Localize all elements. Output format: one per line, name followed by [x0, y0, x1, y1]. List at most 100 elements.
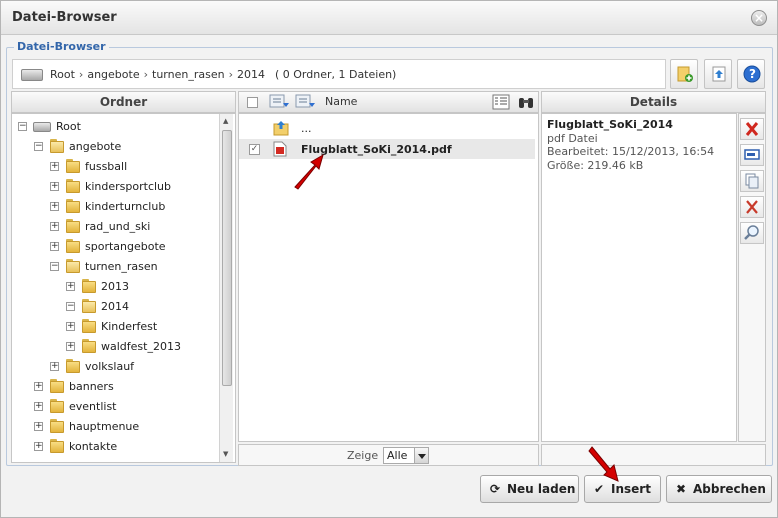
details-panel: Flugblatt_SoKi_2014 pdf Datei Bearbeitet…	[541, 113, 737, 442]
folder-icon	[66, 159, 80, 173]
collapse-icon[interactable]: −	[50, 262, 59, 271]
expand-icon[interactable]: +	[34, 422, 43, 431]
tree-item[interactable]: +2013	[12, 278, 217, 296]
path-bar: Root › angebote › turnen_rasen › 2014( 0 Ordne…	[12, 59, 666, 89]
expand-icon[interactable]: +	[50, 182, 59, 191]
delete-icon	[745, 122, 759, 136]
tree-item[interactable]: + banners	[12, 378, 217, 396]
tree-item[interactable]: + hauptmenue	[12, 418, 217, 436]
expand-icon[interactable]: +	[66, 342, 75, 351]
delete-button[interactable]	[740, 118, 764, 140]
expand-icon[interactable]: +	[50, 242, 59, 251]
tree-item[interactable]: − angebote	[12, 138, 217, 156]
help-button[interactable]: ?	[737, 59, 765, 89]
tree-item-label: rad_und_ski	[85, 220, 151, 233]
tree-item[interactable]: − Root	[12, 118, 217, 136]
tree-item-label: kinderturnclub	[85, 200, 166, 213]
details-file-type: pdf Datei	[547, 132, 598, 145]
tree-item[interactable]: + kindersportclub	[12, 178, 217, 196]
preview-button[interactable]	[740, 222, 764, 244]
details-modified: Bearbeitet: 15/12/2013, 16:54	[547, 145, 715, 158]
folder-icon	[82, 279, 96, 293]
rename-button[interactable]	[740, 144, 764, 166]
preview-icon	[744, 225, 759, 240]
select-all-checkbox[interactable]	[247, 97, 258, 108]
breadcrumb-root[interactable]: Root	[50, 68, 75, 81]
expand-icon[interactable]: +	[34, 442, 43, 451]
reload-label: Neu laden	[507, 482, 576, 496]
reload-button[interactable]: ⟳ Neu laden	[480, 475, 579, 503]
tree-item-label: Kinderfest	[101, 320, 158, 333]
tree-item[interactable]: + waldfest_2013	[12, 338, 217, 356]
tree-item[interactable]: + eventlist	[12, 398, 217, 416]
expand-icon[interactable]: +	[50, 202, 59, 211]
breadcrumb-separator: ›	[228, 68, 233, 81]
sort-date-icon[interactable]	[295, 94, 315, 110]
expand-icon[interactable]: +	[34, 382, 43, 391]
pointer-arrow-icon	[294, 153, 324, 190]
folder-icon	[50, 399, 64, 413]
cut-icon	[746, 200, 758, 214]
binoculars-icon[interactable]	[517, 94, 535, 110]
expand-icon[interactable]: +	[50, 162, 59, 171]
breadcrumb-angebote[interactable]: angebote	[87, 68, 139, 81]
collapse-icon[interactable]: −	[66, 302, 75, 311]
drive-icon	[21, 69, 43, 81]
scroll-thumb[interactable]	[222, 130, 232, 386]
breadcrumb-separator: ›	[143, 68, 148, 81]
list-item[interactable]: ✓ Flugblatt_SoKi_2014.pdf	[239, 139, 535, 159]
folder-open-icon	[66, 259, 80, 273]
collapse-icon[interactable]: −	[18, 122, 27, 131]
folder-icon	[66, 199, 80, 213]
breadcrumb-turnen-rasen[interactable]: turnen_rasen	[152, 68, 225, 81]
tree-item[interactable]: + kinderturnclub	[12, 198, 217, 216]
tree-item[interactable]: + volkslauf	[12, 358, 217, 376]
expand-icon[interactable]: +	[50, 222, 59, 231]
expand-icon[interactable]: +	[66, 282, 75, 291]
tree-item[interactable]: − turnen_rasen	[12, 258, 217, 276]
upload-button[interactable]	[704, 59, 732, 89]
breadcrumb-separator: ›	[78, 68, 84, 81]
scroll-down-icon[interactable]: ▼	[223, 450, 228, 458]
folder-open-icon	[50, 139, 64, 153]
breadcrumb-2014[interactable]: 2014	[237, 68, 265, 81]
scroll-up-icon[interactable]: ▲	[223, 117, 228, 125]
tree-item[interactable]: + fussball	[12, 158, 217, 176]
folder-up-icon	[273, 121, 289, 136]
upload-icon	[712, 66, 726, 82]
folder-icon	[50, 439, 64, 453]
tree-item-label: Root	[56, 120, 81, 133]
folder-icon	[82, 339, 96, 353]
drive-icon	[33, 122, 51, 132]
tree-item[interactable]: + Kinderfest	[12, 318, 217, 336]
tree-item-label: 2013	[101, 280, 129, 293]
view-details-icon[interactable]	[491, 94, 511, 110]
tree-item-label: fussball	[85, 160, 128, 173]
tree-item[interactable]: − 2014	[12, 298, 217, 316]
close-icon[interactable]: ×	[751, 10, 767, 26]
tree-item-label: 2014	[101, 300, 129, 313]
filter-select[interactable]: Alle	[383, 447, 429, 464]
sort-type-icon[interactable]	[269, 94, 289, 110]
refresh-icon: ⟳	[490, 482, 501, 496]
new-folder-button[interactable]	[670, 59, 698, 89]
expand-icon[interactable]: +	[34, 402, 43, 411]
tree-item-label: waldfest_2013	[101, 340, 181, 353]
tree-item-label: banners	[69, 380, 114, 393]
file-checkbox[interactable]: ✓	[249, 144, 260, 155]
tree-item[interactable]: + kontakte	[12, 438, 217, 456]
cut-button[interactable]	[740, 196, 764, 218]
collapse-icon[interactable]: −	[34, 142, 43, 151]
column-name-label[interactable]: Name	[325, 92, 357, 112]
expand-icon[interactable]: +	[50, 362, 59, 371]
tree-scrollbar[interactable]: ▲ ▼	[219, 114, 233, 462]
files-header: Name	[238, 91, 539, 113]
copy-button[interactable]	[740, 170, 764, 192]
list-item[interactable]: ...	[239, 118, 538, 138]
expand-icon[interactable]: +	[66, 322, 75, 331]
folder-open-icon	[82, 299, 96, 313]
tree-item[interactable]: + rad_und_ski	[12, 218, 217, 236]
tree-item[interactable]: + sportangebote	[12, 238, 217, 256]
cancel-button[interactable]: ✖ Abbrechen	[666, 475, 772, 503]
details-header: Details	[541, 91, 766, 113]
